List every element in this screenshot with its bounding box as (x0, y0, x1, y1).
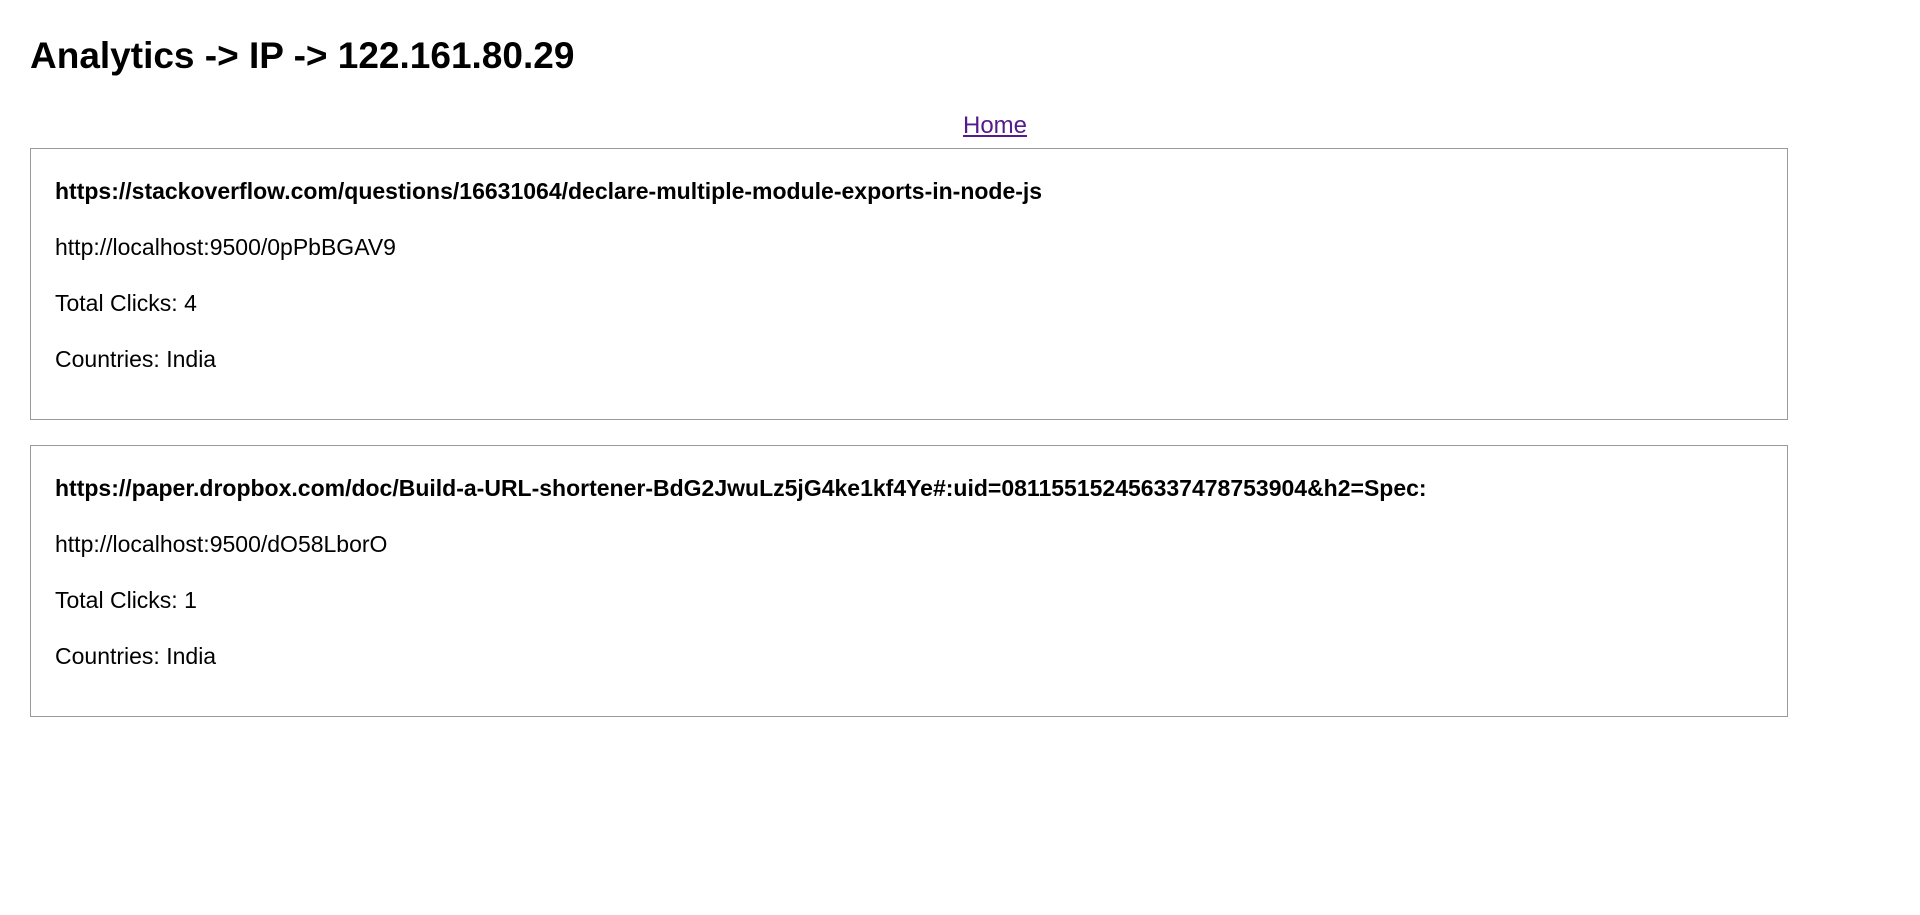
nav-bar: Home (30, 110, 1920, 142)
total-clicks: Total Clicks: 1 (55, 587, 197, 613)
original-url: https://paper.dropbox.com/doc/Build-a-UR… (55, 475, 1427, 501)
short-url: http://localhost:9500/dO58LborO (55, 531, 388, 557)
total-clicks: Total Clicks: 4 (55, 290, 197, 316)
short-url: http://localhost:9500/0pPbBGAV9 (55, 234, 396, 260)
home-link[interactable]: Home (963, 112, 1027, 139)
countries: Countries: India (55, 346, 217, 372)
link-analytics-card: https://stackoverflow.com/questions/1663… (30, 148, 1788, 420)
link-analytics-card: https://paper.dropbox.com/doc/Build-a-UR… (30, 445, 1788, 717)
page-title: Analytics -> IP -> 122.161.80.29 (30, 35, 575, 76)
original-url: https://stackoverflow.com/questions/1663… (55, 178, 1043, 204)
countries: Countries: India (55, 643, 217, 669)
